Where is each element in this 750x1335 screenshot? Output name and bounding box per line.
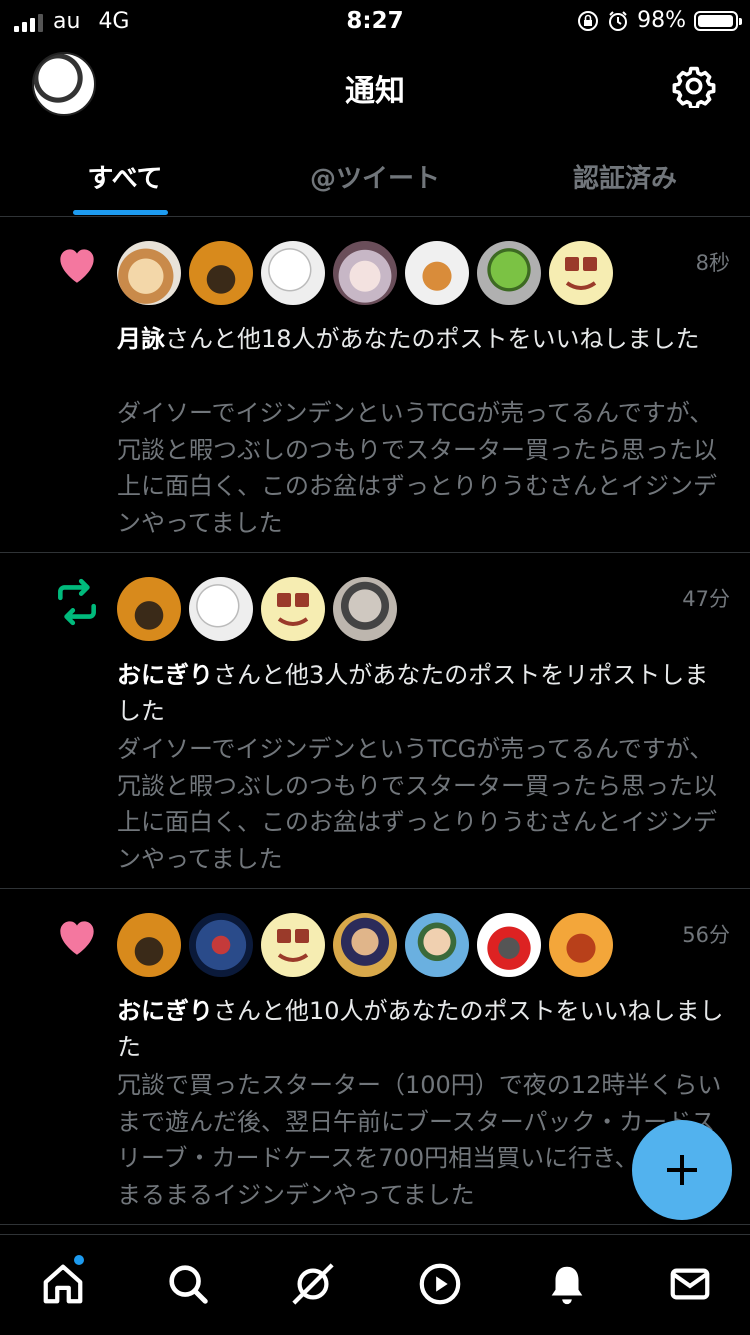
avatar[interactable] (477, 913, 541, 977)
avatar[interactable] (333, 577, 397, 641)
avatar[interactable] (261, 577, 325, 641)
battery-percent: 98% (637, 8, 686, 33)
home-icon[interactable] (40, 1261, 86, 1307)
timestamp: 47分 (682, 587, 730, 611)
avatar[interactable] (189, 913, 253, 977)
avatar-row (117, 913, 613, 977)
orientation-lock-icon (578, 10, 599, 31)
notification-text: 月詠さんと他18人があなたのポストをいいねしました (117, 321, 732, 357)
tab-all[interactable]: すべて (0, 140, 250, 216)
repost-icon (58, 578, 96, 626)
avatar[interactable] (405, 241, 469, 305)
post-snippet[interactable]: ダイソーでイジンデンというTCGが売ってるんですが、冗談と暇つぶしのつもりでスタ… (117, 731, 732, 877)
app-header: 通知 (0, 44, 750, 134)
heart-icon (60, 921, 94, 955)
notification-text: おにぎりさんと他3人があなたのポストをリポストしました (117, 657, 732, 729)
avatar[interactable] (117, 577, 181, 641)
notification-item[interactable]: 47分 おにぎりさんと他3人があなたのポストをリポストしました ダイソーでイジン… (0, 553, 750, 889)
avatar[interactable] (549, 913, 613, 977)
avatar-row (117, 241, 613, 305)
spaces-icon[interactable] (290, 1261, 336, 1307)
notification-text: おにぎりさんと他10人があなたのポストをいいねしました (117, 993, 732, 1065)
avatar[interactable] (405, 913, 469, 977)
avatar-row (117, 577, 397, 641)
notification-action: さんと他18人があなたのポストをいいねしました (165, 325, 700, 353)
home-unread-dot (74, 1255, 84, 1265)
compose-post-button[interactable] (632, 1120, 732, 1220)
battery-icon (694, 10, 742, 31)
notification-tabs: すべて @ツイート 認証済み (0, 140, 750, 217)
status-bar: au 4G 8:27 98% (0, 0, 750, 44)
tab-verified[interactable]: 認証済み (500, 140, 750, 216)
bottom-navigation (0, 1234, 750, 1335)
avatar[interactable] (189, 241, 253, 305)
notifications-icon[interactable] (544, 1261, 590, 1307)
avatar[interactable] (333, 913, 397, 977)
actor-name[interactable]: おにぎり (117, 997, 213, 1025)
notification-item[interactable]: 8秒 月詠さんと他18人があなたのポストをいいねしました ダイソーでイジンデンと… (0, 217, 750, 553)
video-icon[interactable] (417, 1261, 463, 1307)
settings-gear-icon[interactable] (672, 64, 716, 108)
avatar[interactable] (333, 241, 397, 305)
tab-mentions[interactable]: @ツイート (250, 140, 500, 216)
actor-name[interactable]: 月詠 (117, 325, 165, 353)
avatar[interactable] (117, 241, 181, 305)
avatar[interactable] (261, 913, 325, 977)
active-tab-indicator (73, 210, 168, 215)
heart-icon (60, 249, 94, 283)
search-icon[interactable] (165, 1261, 211, 1307)
avatar[interactable] (117, 913, 181, 977)
avatar[interactable] (477, 241, 541, 305)
post-snippet[interactable]: ダイソーでイジンデンというTCGが売ってるんですが、冗談と暇つぶしのつもりでスタ… (117, 395, 732, 541)
timestamp: 56分 (682, 923, 730, 947)
avatar[interactable] (189, 577, 253, 641)
page-title: 通知 (345, 74, 405, 109)
avatar[interactable] (261, 241, 325, 305)
avatar[interactable] (549, 241, 613, 305)
timestamp: 8秒 (695, 251, 730, 275)
alarm-icon (609, 10, 628, 31)
messages-icon[interactable] (667, 1261, 713, 1307)
actor-name[interactable]: おにぎり (117, 661, 213, 689)
